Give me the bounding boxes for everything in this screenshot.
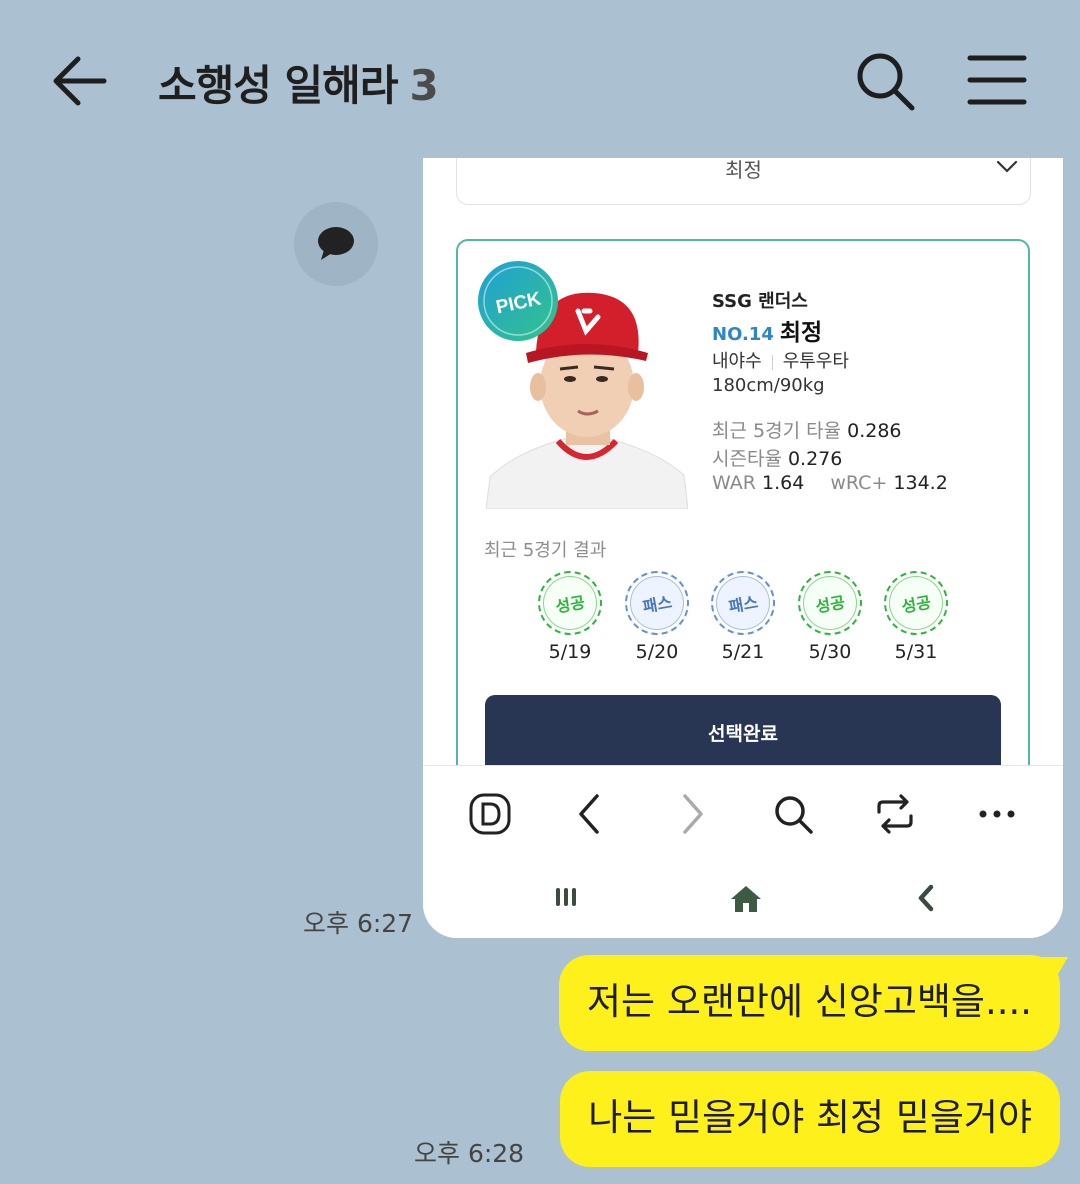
browser-toolbar [423,765,1063,863]
shared-screenshot[interactable]: 최정 PICK SSG 랜더스 NO.14 최정 내야수 우투우타 180cm/… [423,158,1063,938]
team-name: SSG 랜더스 [712,291,808,312]
stat-value: 134.2 [893,472,948,494]
member-count: 3 [409,61,438,110]
system-nav-bar [423,862,1063,938]
result-badge: 성공 [792,565,868,641]
player-body: 180cm/90kg [712,375,825,396]
message-time: 오후 6:28 [414,1139,525,1168]
stat-label: WAR [712,472,756,494]
stat-value: 1.64 [762,472,805,494]
forward-icon[interactable] [669,792,713,836]
result-badge: 성공 [878,565,954,641]
stat-label: 시즌타율 [712,448,782,470]
more-icon[interactable] [975,792,1019,836]
pick-badge: PICK [478,261,558,341]
result-badge: 성공 [532,565,608,641]
player-name: 최정 [779,320,823,346]
result-date: 5/31 [894,641,938,663]
d-icon[interactable] [468,792,512,836]
chevron-down-icon [996,160,1018,173]
confirm-button[interactable]: 선택완료 [485,695,1001,775]
outgoing-message[interactable]: 저는 오랜만에 신앙고백을.... [558,955,1060,1051]
stat-label: wRC+ [830,472,888,494]
result-stamp: 패스 5/21 [705,565,781,663]
dropdown-value: 최정 [725,158,762,182]
stat-value: 0.276 [787,448,843,470]
back-icon[interactable] [569,792,613,836]
player-number: NO.14 [712,324,774,345]
stat-recent5: 최근 5경기 타율 0.286 [712,416,902,443]
divider [771,354,773,370]
player-position: 내야수 우투우타 [712,347,849,373]
bats-throws: 우투우타 [782,351,849,372]
menu-icon[interactable] [966,52,1028,108]
nav-back-icon[interactable] [915,884,937,912]
recents-icon[interactable] [553,884,579,910]
back-arrow-icon[interactable] [48,50,110,112]
sender-avatar[interactable] [294,202,378,286]
player-card: PICK SSG 랜더스 NO.14 최정 내야수 우투우타 180cm/90kg … [456,239,1030,843]
result-badge: 패스 [705,565,781,641]
player-number-name: NO.14 최정 [712,313,822,347]
result-date: 5/21 [721,641,765,663]
outgoing-message[interactable]: 나는 믿을거야 최정 믿을거야 [560,1071,1060,1167]
position: 내야수 [712,351,762,372]
stat-season: 시즌타율 0.276 [712,444,842,471]
results-label: 최근 5경기 결과 [484,540,607,561]
chat-room-name: 소행성 일해라 [158,61,398,110]
result-stamp: 성공 5/31 [878,565,954,663]
search-icon[interactable] [771,792,815,836]
result-stamp: 성공 5/30 [792,565,868,663]
tabs-icon[interactable] [873,792,917,836]
result-badge: 패스 [619,565,695,641]
stat-war-wrc: WAR 1.64 wRC+ 134.2 [712,472,948,494]
search-icon[interactable] [852,48,918,114]
result-stamp: 성공 5/19 [532,565,608,663]
stat-label: 최근 5경기 타율 [712,420,842,442]
result-stamp: 패스 5/20 [619,565,695,663]
player-dropdown[interactable]: 최정 [456,158,1031,205]
result-date: 5/20 [635,641,679,663]
home-icon[interactable] [729,884,763,914]
result-date: 5/19 [548,641,592,663]
message-time: 오후 6:27 [303,909,414,938]
result-date: 5/30 [808,641,852,663]
chat-title: 소행성 일해라 3 [158,52,439,113]
speech-bubble-icon [318,227,354,260]
stat-value: 0.286 [847,420,902,442]
